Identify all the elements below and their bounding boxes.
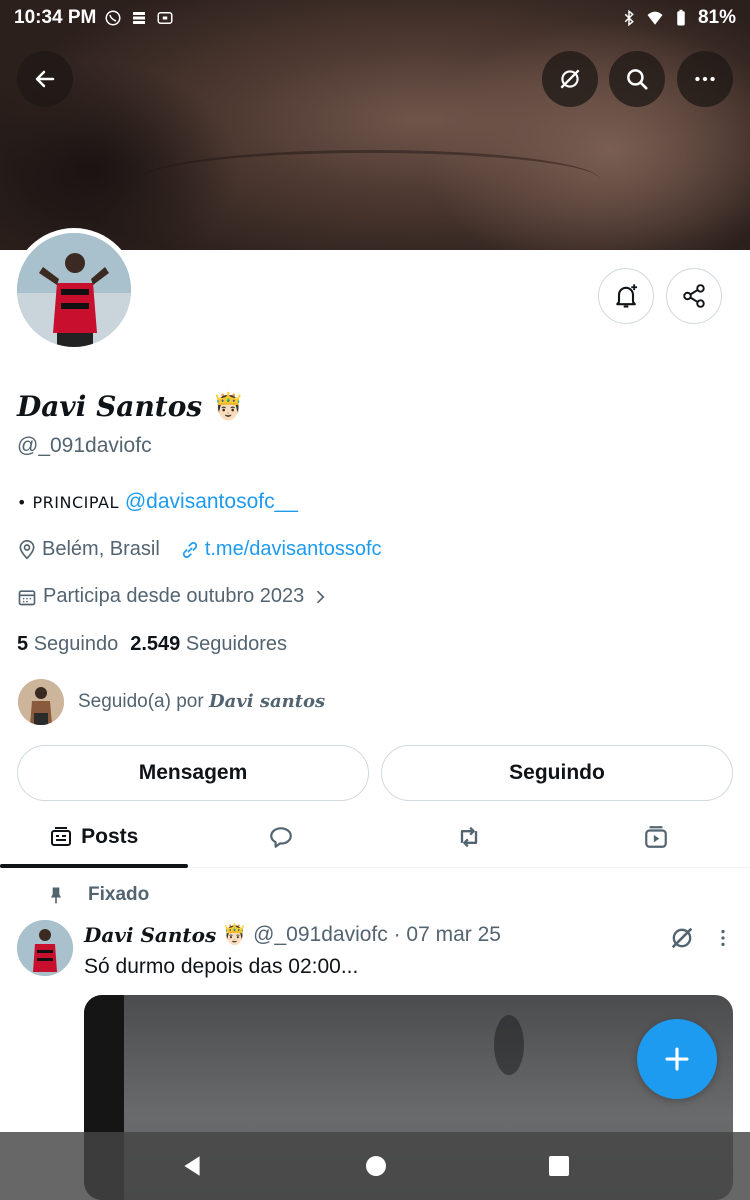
tab-posts[interactable]: Posts [0, 806, 188, 868]
calendar-icon [18, 589, 36, 605]
followed-by-name: Davi santos [208, 691, 326, 712]
post-more-icon[interactable] [712, 924, 734, 952]
plus-icon [665, 1047, 689, 1071]
profile-tabs: Posts [0, 806, 750, 868]
system-nav-bar [0, 1132, 750, 1200]
tab-reposts[interactable] [375, 806, 563, 867]
profile-banner[interactable] [0, 0, 750, 250]
followers-label: Seguidores [185, 633, 288, 655]
post-author-emoji: 🤴🏻 [222, 924, 248, 946]
cast-icon [157, 12, 173, 24]
following-count: 5 [17, 633, 29, 655]
post-text: Só durmo depois das 02:00... [84, 955, 359, 978]
follower-avatar [18, 679, 64, 725]
avatar-photo [17, 233, 131, 347]
back-button[interactable] [17, 51, 73, 107]
joined-row[interactable]: Participa desde outubro 2023 [17, 585, 330, 608]
follow-counts: 5 Seguindo 2.549 Seguidores [17, 633, 287, 656]
post-grok-icon[interactable] [668, 924, 696, 952]
nav-home-icon[interactable] [364, 1154, 388, 1178]
profile-name: Davi Santos 🤴🏻 [17, 390, 245, 423]
post-handle-date[interactable]: @_091daviofc · 07 mar 25 [253, 923, 501, 947]
bluetooth-icon [624, 9, 634, 27]
notification-subscribe-button[interactable] [598, 268, 654, 324]
location-text: Belém, Brasil [42, 538, 160, 560]
search-button[interactable] [609, 51, 665, 107]
followed-by-prefix: Seguido(a) por [78, 691, 204, 712]
profile-bio: • PRINCIPAL @davisantosofc__ [17, 490, 298, 514]
profile-meta-row: Belém, Brasil t.me/davisantossofc [17, 538, 382, 561]
wifi-icon [647, 11, 663, 25]
pinned-label: Fixado [46, 884, 149, 906]
following-button[interactable]: Seguindo [381, 745, 733, 801]
tab-posts-label: Posts [81, 824, 139, 848]
grok-button[interactable] [542, 51, 598, 107]
pin-icon [51, 887, 61, 904]
more-options-button[interactable] [677, 51, 733, 107]
following-count-link[interactable]: 5 Seguindo [17, 633, 118, 656]
status-time: 10:34 PM [14, 7, 97, 28]
website-link[interactable]: t.me/davisantossofc [205, 538, 382, 561]
post-author-name[interactable]: Davi Santos [84, 923, 216, 947]
battery-icon [677, 9, 685, 26]
joined-text: Participa desde outubro 2023 [43, 585, 305, 607]
share-profile-button[interactable] [666, 268, 722, 324]
share-icon [683, 284, 705, 308]
followed-by[interactable]: Seguido(a) por Davi santos [18, 679, 325, 725]
arrow-left-icon [35, 70, 55, 88]
compose-post-button[interactable] [637, 1019, 717, 1099]
grok-icon [560, 69, 580, 89]
storage-icon [133, 12, 146, 24]
link-icon [182, 541, 197, 558]
followers-count: 2.549 [130, 633, 181, 655]
post-header: Davi Santos 🤴🏻 @_091daviofc · 07 mar 25 [84, 922, 501, 947]
profile-name-text: Davi Santos [17, 390, 203, 423]
posts-icon [51, 826, 72, 846]
message-button[interactable]: Mensagem [17, 745, 369, 801]
bio-prefix: • PRINCIPAL [17, 493, 119, 512]
followers-count-link[interactable]: 2.549 Seguidores [130, 633, 287, 656]
profile-avatar[interactable] [12, 228, 136, 352]
nav-back-icon[interactable] [179, 1153, 205, 1179]
profile-handle: @_091daviofc [17, 434, 152, 457]
more-horizontal-icon [695, 76, 715, 82]
bio-mention-link[interactable]: @davisantosofc__ [125, 490, 298, 514]
location-item: Belém, Brasil [17, 538, 160, 561]
post-author-avatar[interactable] [17, 920, 73, 976]
media-icon [645, 825, 668, 848]
website-item[interactable]: t.me/davisantossofc [180, 538, 382, 561]
prince-emoji: 🤴🏻 [212, 391, 245, 422]
battery-level: 81% [697, 7, 736, 28]
bell-plus-icon [616, 284, 638, 308]
nav-recents-icon[interactable] [547, 1154, 571, 1178]
whatsapp-icon [105, 10, 121, 26]
reposts-icon [460, 826, 477, 847]
tab-replies[interactable] [188, 806, 376, 867]
search-icon [627, 69, 648, 90]
location-pin-icon [19, 539, 35, 560]
status-bar: 10:34 PM 81% [0, 0, 750, 36]
chevron-right-icon [317, 590, 325, 603]
following-label: Seguindo [33, 633, 119, 655]
pinned-text: Fixado [88, 884, 150, 905]
replies-icon [270, 826, 293, 848]
tab-media[interactable] [563, 806, 750, 867]
